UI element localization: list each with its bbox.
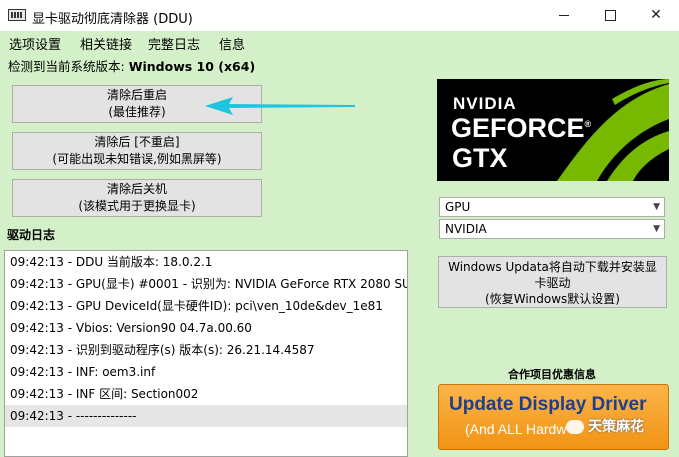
chevron-down-icon: ▼ <box>653 224 660 234</box>
maximize-button[interactable] <box>587 0 633 31</box>
watermark-text: 天策麻花 <box>588 419 644 435</box>
log-line: 09:42:13 - GPU DeviceId(显卡硬件ID): pci\ven… <box>10 299 383 313</box>
log-line: 09:42:13 - 识别到驱动程序(s) 版本(s): 26.21.14.45… <box>10 343 315 357</box>
clean-and-shutdown-button[interactable]: 清除后关机 (该模式用于更换显卡) <box>12 179 262 217</box>
menu-links[interactable]: 相关链接 <box>80 34 132 53</box>
close-icon: ✕ <box>650 7 662 23</box>
detected-os-value: Windows 10 (x64) <box>128 59 256 74</box>
driver-log-list[interactable]: 09:42:13 - DDU 当前版本: 18.0.2.1 09:42:13 -… <box>4 250 408 457</box>
detected-os: 检测到当前系统版本: Windows 10 (x64) <box>8 56 255 75</box>
close-button[interactable]: ✕ <box>633 0 679 31</box>
logo-nvidia: NVIDIA <box>453 94 517 113</box>
menu-full-log[interactable]: 完整日志 <box>148 34 200 53</box>
nvidia-geforce-gtx-logo: NVIDIA GEFORCE® GTX <box>437 79 669 181</box>
menu-info[interactable]: 信息 <box>219 34 245 53</box>
log-line: 09:42:13 - Vbios: Version90 04.7a.00.60 <box>10 321 252 335</box>
logo-geforce-text: GEFORCE <box>451 113 585 143</box>
windows-update-label-2: 卡驱动 <box>534 276 571 290</box>
watermark: 天策麻花 <box>566 416 644 436</box>
title-bar[interactable]: 显卡驱动彻底清除器 (DDU) ✕ <box>0 0 679 31</box>
log-line: 09:42:13 - INF: oem3.inf <box>10 365 156 379</box>
driver-log-label: 驱动日志 <box>7 228 56 242</box>
minimize-icon <box>559 14 569 16</box>
clean-and-shutdown-sublabel: (该模式用于更换显卡) <box>78 199 196 213</box>
app-icon <box>8 9 26 21</box>
log-line-selected: 09:42:13 - -------------- <box>5 405 407 427</box>
clean-no-restart-sublabel: (可能出现未知错误,例如黑屏等) <box>52 152 222 166</box>
ddu-window: 显卡驱动彻底清除器 (DDU) ✕ 选项设置 相关链接 完整日志 信息 检测到当… <box>0 0 679 457</box>
clean-and-shutdown-label: 清除后关机 <box>106 182 167 196</box>
menu-options[interactable]: 选项设置 <box>9 34 61 53</box>
banner-subtitle: (And ALL Hardw <box>465 421 567 437</box>
device-type-value: GPU <box>445 200 471 214</box>
banner-title: Update Display Driver <box>449 394 647 415</box>
maximize-icon <box>604 9 616 21</box>
log-line: 09:42:13 - GPU(显卡) #0001 - 识别为: NVIDIA G… <box>10 277 407 291</box>
clean-no-restart-label: 清除后 [不重启] <box>94 135 180 149</box>
windows-update-label: Windows Updata将自动下载并安装显 <box>448 260 657 274</box>
device-type-select[interactable]: GPU ▼ <box>439 197 665 217</box>
chevron-down-icon: ▼ <box>653 202 660 212</box>
partner-offers-label: 合作项目优惠信息 <box>508 368 596 381</box>
logo-geforce: GEFORCE® <box>451 113 591 144</box>
vendor-select[interactable]: NVIDIA ▼ <box>439 219 665 239</box>
wechat-icon <box>566 420 584 434</box>
clean-no-restart-button[interactable]: 清除后 [不重启] (可能出现未知错误,例如黑屏等) <box>12 132 262 170</box>
logo-gtx: GTX <box>452 143 508 173</box>
windows-update-sublabel: (恢复Windows默认设置) <box>485 292 620 306</box>
window-title: 显卡驱动彻底清除器 (DDU) <box>32 12 193 27</box>
log-line: 09:42:13 - DDU 当前版本: 18.0.2.1 <box>10 255 213 269</box>
menu-bar: 选项设置 相关链接 完整日志 信息 <box>0 31 679 53</box>
windows-update-button[interactable]: Windows Updata将自动下载并安装显 卡驱动 (恢复Windows默认… <box>438 256 667 308</box>
log-line: 09:42:13 - INF 区间: Section002 <box>10 387 199 401</box>
minimize-button[interactable] <box>541 0 587 31</box>
logo-registered: ® <box>584 119 592 129</box>
detected-os-prefix: 检测到当前系统版本: <box>8 59 129 74</box>
arrow-icon <box>205 97 355 115</box>
vendor-value: NVIDIA <box>445 222 487 236</box>
